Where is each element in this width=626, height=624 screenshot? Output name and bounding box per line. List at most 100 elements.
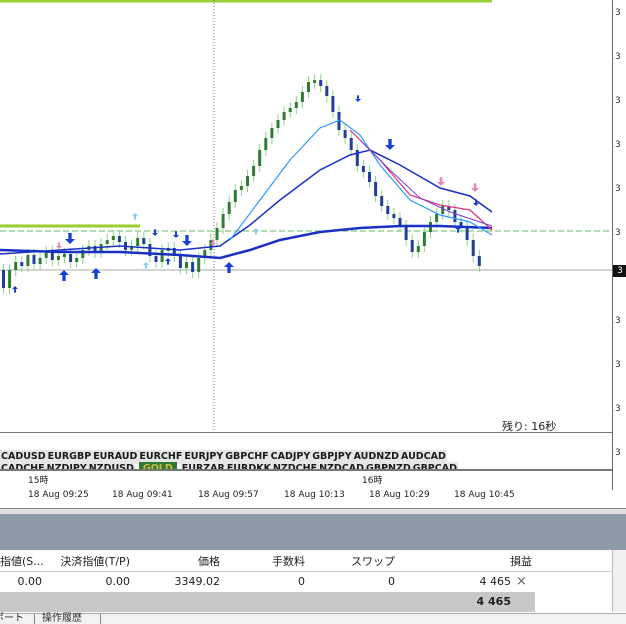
sell-arrow-icon	[182, 235, 192, 246]
terminal-panel: 指値(S... 決済指値(T/P) 価格 手数料 スワップ 損益 0.00 0.…	[0, 550, 626, 624]
candle-body	[105, 240, 109, 244]
cell-take-profit: 0.00	[105, 575, 131, 588]
column-header-stop-loss[interactable]: 指値(S...	[0, 552, 44, 572]
candle-body	[221, 214, 225, 228]
symbol-button[interactable]: EURDKK	[225, 462, 272, 469]
cell-price: 3349.02	[174, 575, 221, 588]
price-tick: 3	[615, 140, 621, 150]
candle-body	[239, 186, 243, 190]
sell-arrow-icon	[355, 95, 361, 102]
symbol-button[interactable]: EURZAR	[180, 462, 226, 469]
time-label: 18 Aug 09:25	[28, 490, 89, 500]
candle-body	[56, 256, 60, 260]
candle-body	[477, 256, 481, 266]
candle-body	[185, 262, 188, 268]
symbol-button[interactable]: NZDCHF	[271, 462, 319, 469]
candle-body	[136, 238, 140, 246]
price-axis[interactable]: 3 3 3 3 3 3 3 3 3 3 3	[612, 0, 626, 490]
price-tick: 3	[615, 448, 621, 458]
candle-body	[209, 240, 213, 250]
candle-body	[343, 130, 347, 138]
candle-body	[252, 166, 256, 176]
price-tick: 3	[615, 228, 621, 238]
time-label: 18 Aug 10:29	[369, 490, 430, 500]
cell-swap: 0	[388, 575, 395, 588]
candle-body	[441, 206, 445, 214]
candle-body	[368, 172, 371, 182]
cyan-arrow-icon	[132, 213, 138, 220]
candle-body	[246, 176, 249, 186]
candle-body	[435, 214, 439, 222]
time-label: 18 Aug 09:57	[198, 490, 259, 500]
candle-body	[270, 128, 274, 138]
candle-body	[422, 232, 426, 246]
candle-body	[319, 80, 323, 86]
candle-body	[14, 262, 18, 270]
cell-profit: 4 465	[479, 575, 512, 588]
candle-body	[294, 102, 298, 108]
time-axis[interactable]: 15時 16時 18 Aug 09:25 18 Aug 09:41 18 Aug…	[0, 470, 612, 509]
candle-body	[32, 255, 36, 264]
ma-pink-line	[349, 129, 493, 231]
candle-body	[459, 222, 463, 226]
column-header-take-profit[interactable]: 決済指値(T/P)	[55, 552, 130, 572]
buy-arrow-icon	[12, 286, 18, 293]
candle-body	[197, 258, 201, 272]
candle-body	[227, 202, 231, 214]
candle-body	[453, 210, 457, 222]
time-label: 18 Aug 10:13	[284, 490, 345, 500]
candle-body	[349, 138, 353, 150]
chart-canvas[interactable]	[0, 0, 612, 432]
column-header-commission[interactable]: 手数料	[240, 552, 305, 572]
symbol-button[interactable]: GBPNZD	[365, 462, 412, 469]
column-header-price[interactable]: 価格	[150, 552, 220, 572]
ma-fast-line	[229, 119, 493, 241]
candle-body	[26, 255, 30, 266]
candle-body	[374, 182, 378, 196]
candle-body	[288, 108, 292, 112]
symbol-button[interactable]: CADCHF	[0, 462, 46, 469]
total-profit: 4 465	[476, 595, 511, 608]
candle-body	[386, 206, 390, 214]
candle-body	[313, 80, 317, 83]
candle-body	[331, 96, 335, 112]
candle-body	[264, 138, 268, 150]
candle-body	[404, 226, 408, 240]
price-tick: 3	[615, 52, 621, 62]
symbol-button[interactable]: NZDUSD	[87, 462, 135, 469]
candle-body	[471, 240, 475, 256]
candle-body	[325, 86, 329, 96]
terminal-scrollbar[interactable]	[612, 550, 626, 612]
symbol-button[interactable]: NZDCAD	[318, 462, 366, 469]
price-tick: 3	[615, 360, 621, 370]
terminal-header-strip	[0, 514, 626, 550]
price-tick: 3	[615, 96, 621, 106]
candle-body	[215, 228, 219, 240]
candle-body	[111, 236, 115, 240]
column-header-profit[interactable]: 損益	[440, 552, 532, 572]
candle-body	[307, 82, 310, 92]
cell-commission: 0	[298, 575, 305, 588]
candle-body	[75, 258, 79, 262]
candle-body	[63, 254, 66, 257]
close-position-icon[interactable]: ×	[516, 574, 527, 590]
candle-body	[38, 258, 42, 264]
pink-arrow-icon	[437, 177, 445, 186]
sell-arrow-icon	[65, 233, 75, 244]
symbol-button[interactable]: GBPCAD	[411, 462, 458, 469]
hour-label: 16時	[362, 476, 383, 486]
ma-purple-line	[359, 139, 493, 227]
time-label: 18 Aug 10:45	[454, 490, 515, 500]
candle-body	[191, 262, 195, 272]
price-chart[interactable]: 残り: 16秒	[0, 0, 612, 432]
candle-body	[8, 270, 12, 288]
candle-body	[282, 112, 286, 120]
candle-body	[392, 214, 396, 218]
symbol-button-gold[interactable]: GOLD	[138, 462, 177, 469]
candle-body	[361, 166, 365, 172]
column-header-swap[interactable]: スワップ	[325, 552, 395, 572]
symbol-button[interactable]: NZDJPY	[45, 462, 88, 469]
candle-body	[160, 250, 164, 262]
sell-arrow-icon	[152, 229, 158, 236]
candle-body	[258, 150, 262, 166]
